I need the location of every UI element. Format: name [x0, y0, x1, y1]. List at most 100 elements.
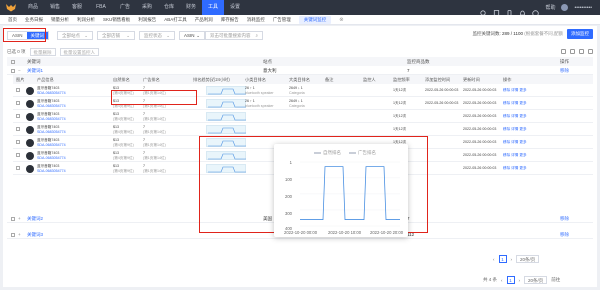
monitor-frequency: 1天12次 — [393, 88, 407, 92]
sub-nav-item[interactable]: 利润报告 — [138, 17, 156, 23]
row-checkbox[interactable] — [11, 232, 15, 237]
row-checkbox[interactable] — [11, 216, 15, 221]
sub-nav-item[interactable]: 产品利润 — [195, 17, 213, 23]
ad-rank-page: (第1页第14位) — [143, 156, 166, 160]
sub-nav-item[interactable]: 消耗监控 — [247, 17, 265, 23]
product-code[interactable]: SDA-0683054774 — [37, 117, 66, 122]
page-size-select[interactable]: 20条/页 — [524, 276, 548, 284]
sub-nav-item[interactable]: 业务日报 — [25, 17, 43, 23]
prev-page-icon[interactable]: ‹ — [493, 257, 495, 262]
row-actions[interactable]: 移除 详情 更多 — [503, 101, 527, 106]
product-code[interactable]: SDA-0683054774 — [37, 130, 66, 135]
row-actions[interactable]: 移除 详情 更多 — [503, 153, 527, 158]
batch-monitor-button[interactable]: 批量设置监控人 — [59, 47, 100, 56]
sub-nav-item[interactable]: 关键词监控 — [298, 15, 332, 24]
sub-nav-item[interactable]: 库存报告 — [221, 17, 239, 23]
top-nav-item[interactable]: FBA — [88, 0, 114, 15]
sub-nav-item[interactable]: ABA打工具 — [164, 17, 187, 23]
search-input[interactable]: 双击可批量搜索内容 ⌕ — [205, 31, 264, 40]
page-current[interactable]: 1 — [506, 276, 515, 284]
avatar[interactable] — [561, 4, 569, 11]
page-size-select[interactable]: 20条/页 — [516, 255, 540, 263]
document-icon[interactable] — [493, 4, 500, 17]
rank-sparkline[interactable] — [206, 125, 246, 134]
app-logo[interactable] — [0, 0, 22, 15]
row-checkbox[interactable] — [16, 140, 20, 145]
legend-natural[interactable]: 自然排名 — [314, 150, 341, 156]
mobile-icon[interactable] — [506, 4, 513, 17]
product-code[interactable]: SDA-0683054774 — [37, 169, 66, 174]
rank-sparkline[interactable] — [206, 86, 246, 95]
product-code[interactable]: SDA-0683054774 — [37, 156, 66, 161]
refresh-icon[interactable] — [561, 49, 566, 54]
asin-select[interactable]: ASIN ⌄ — [179, 31, 206, 40]
next-page-icon[interactable]: › — [511, 257, 513, 262]
rank-sparkline[interactable] — [206, 99, 246, 108]
site-select[interactable]: 全部站点 ⌄ — [57, 31, 94, 40]
row-actions[interactable]: 移除 详情 更多 — [503, 166, 527, 171]
export-icon[interactable] — [570, 49, 575, 54]
prev-page-icon[interactable]: ‹ — [501, 278, 503, 283]
username[interactable]: •••••••••• — [574, 5, 592, 11]
column-header: 大类目排名 — [289, 77, 310, 82]
row-checkbox[interactable] — [16, 153, 20, 158]
sub-nav-item[interactable]: 利润分析 — [77, 17, 95, 23]
remove-link[interactable]: 移除 — [560, 230, 569, 239]
next-page-icon[interactable]: › — [519, 278, 521, 283]
settings-icon[interactable] — [588, 49, 593, 54]
keyword-link[interactable]: 关键词1 — [27, 66, 43, 75]
batch-delete-button[interactable]: 批量删除 — [29, 47, 56, 56]
sub-nav-item[interactable]: 销量分析 — [51, 17, 69, 23]
expand-icon[interactable]: + — [18, 230, 21, 239]
top-nav-item[interactable]: 客服 — [66, 0, 88, 15]
row-checkbox[interactable] — [16, 101, 20, 106]
add-monitor-button[interactable]: 添加监控 — [567, 29, 593, 39]
expand-icon[interactable]: + — [18, 214, 21, 223]
row-actions[interactable]: 移除 详情 更多 — [503, 88, 527, 93]
bell-icon[interactable] — [519, 4, 526, 16]
legend-ad[interactable]: 广告排名 — [349, 150, 376, 156]
product-name: 蓝牙音箱7403 — [37, 112, 60, 116]
top-nav-item[interactable]: 销售 — [44, 0, 66, 15]
sub-nav-item[interactable]: SKU销售看板 — [103, 17, 130, 23]
row-actions[interactable]: 移除 详情 更多 — [503, 127, 527, 132]
row-checkbox[interactable] — [16, 114, 20, 119]
row-actions[interactable]: 移除 详情 更多 — [503, 140, 527, 145]
sub-nav-item[interactable]: 首页 — [8, 17, 17, 23]
row-checkbox[interactable] — [16, 127, 20, 132]
row-checkbox[interactable] — [16, 166, 20, 171]
row-actions[interactable]: 移除 详情 更多 — [503, 114, 527, 119]
select-all-checkbox[interactable] — [11, 59, 15, 64]
rank-trend-popup: 自然排名 广告排名 1 100 200 300 400 2022-10-20 0… — [274, 144, 408, 237]
top-nav-item[interactable]: 财务 — [180, 0, 202, 15]
close-tab-icon[interactable]: ⊗ — [339, 17, 343, 23]
product-code[interactable]: SDA-0683054774 — [37, 104, 66, 109]
help-icon[interactable] — [532, 4, 540, 17]
column-header: 添加监控时间 — [425, 77, 451, 82]
search-icon[interactable]: ⌕ — [255, 32, 258, 40]
keyword-link[interactable]: 关键词2 — [27, 214, 43, 223]
row-checkbox[interactable] — [11, 68, 15, 73]
row-checkbox[interactable] — [16, 88, 20, 93]
product-code[interactable]: SDA-0683054774 — [37, 91, 66, 96]
columns-icon[interactable] — [579, 49, 584, 54]
sub-nav-item[interactable]: 广告管理 — [273, 17, 291, 23]
store-select[interactable]: 全部店铺 ⌄ — [97, 31, 136, 40]
search-icon[interactable] — [480, 4, 488, 17]
top-nav-item[interactable]: 采购 — [136, 0, 158, 15]
rank-sparkline[interactable] — [206, 112, 246, 121]
top-nav-item[interactable]: 工具 — [202, 0, 224, 15]
remove-link[interactable]: 移除 — [560, 66, 569, 75]
top-nav-item[interactable]: 仓库 — [158, 0, 180, 15]
top-nav-item[interactable]: 广告 — [114, 0, 136, 15]
remove-link[interactable]: 移除 — [560, 214, 569, 223]
help-label[interactable]: 帮助 — [545, 4, 555, 11]
collapse-icon[interactable]: − — [18, 66, 21, 75]
product-code[interactable]: SDA-0683054774 — [37, 143, 66, 148]
keyword-link[interactable]: 关键词3 — [27, 230, 43, 239]
product-name: 蓝牙音箱7403 — [37, 164, 60, 168]
status-select[interactable]: 监控状态 ⌄ — [139, 31, 176, 40]
page-current[interactable]: 1 — [498, 255, 507, 263]
top-nav-item[interactable]: 设置 — [224, 0, 246, 15]
top-nav-item[interactable]: 商品 — [22, 0, 44, 15]
